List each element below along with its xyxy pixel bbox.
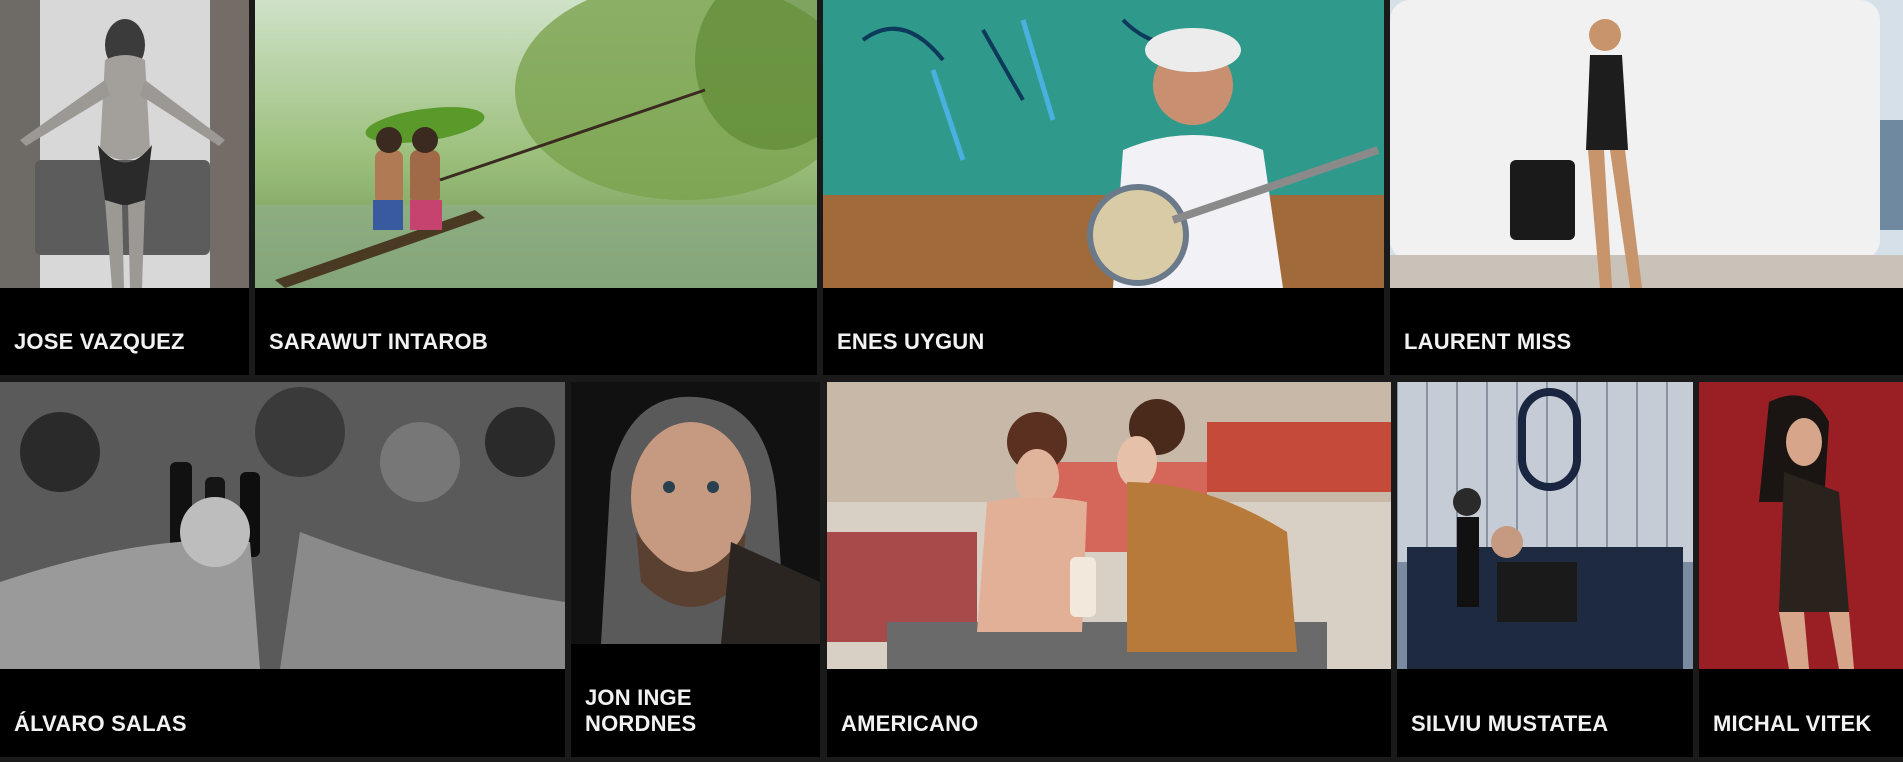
photographer-name: LAURENT MISS xyxy=(1404,329,1572,354)
caption: ÁLVARO SALAS xyxy=(0,669,565,757)
caption: AMERICANO xyxy=(827,669,1391,757)
photo-woman-doorway xyxy=(0,0,249,288)
photo-beer-toast xyxy=(0,382,565,669)
gallery-tile-alvaro-salas[interactable]: ÁLVARO SALAS xyxy=(0,382,565,757)
caption: JOSE VAZQUEZ xyxy=(0,288,249,375)
photographer-name: SILVIU MUSTATEA xyxy=(1411,711,1609,736)
photo-woman-handbag xyxy=(1390,0,1903,288)
photo-boys-fishing xyxy=(255,0,817,288)
caption: SILVIU MUSTATEA xyxy=(1397,669,1693,757)
photo-diner-women xyxy=(827,382,1391,669)
caption: SARAWUT INTAROB xyxy=(255,288,817,375)
photographer-name: JOSE VAZQUEZ xyxy=(14,329,185,354)
gallery-tile-jon-inge-nordnes[interactable]: JON INGE NORDNES xyxy=(571,382,820,757)
gallery-tile-enes-uygun[interactable]: ENES UYGUN xyxy=(823,0,1384,375)
gallery-tile-jose-vazquez[interactable]: JOSE VAZQUEZ xyxy=(0,0,249,375)
photo-club-dancers xyxy=(1397,382,1693,669)
caption: ENES UYGUN xyxy=(823,288,1384,375)
photographer-name: JON INGE NORDNES xyxy=(585,685,697,736)
photographer-name: ENES UYGUN xyxy=(837,329,985,354)
photo-hooded-man xyxy=(571,382,820,644)
gallery-tile-sarawut-intarob[interactable]: SARAWUT INTAROB xyxy=(255,0,817,375)
caption: LAURENT MISS xyxy=(1390,288,1903,375)
gallery-tile-michal-vitek[interactable]: MICHAL VITEK xyxy=(1699,382,1903,757)
photographer-name: SARAWUT INTAROB xyxy=(269,329,488,354)
gallery-tile-americano[interactable]: AMERICANO xyxy=(827,382,1391,757)
photo-banjo-man xyxy=(823,0,1384,288)
gallery-tile-silviu-mustatea[interactable]: SILVIU MUSTATEA xyxy=(1397,382,1693,757)
caption: MICHAL VITEK xyxy=(1699,669,1903,757)
photographer-name: AMERICANO xyxy=(841,711,979,736)
gallery-tile-laurent-miss[interactable]: LAURENT MISS xyxy=(1390,0,1903,375)
caption: JON INGE NORDNES xyxy=(571,644,820,757)
photo-woman-red xyxy=(1699,382,1903,669)
photographer-name: ÁLVARO SALAS xyxy=(14,711,187,736)
photographer-name: MICHAL VITEK xyxy=(1713,711,1872,736)
